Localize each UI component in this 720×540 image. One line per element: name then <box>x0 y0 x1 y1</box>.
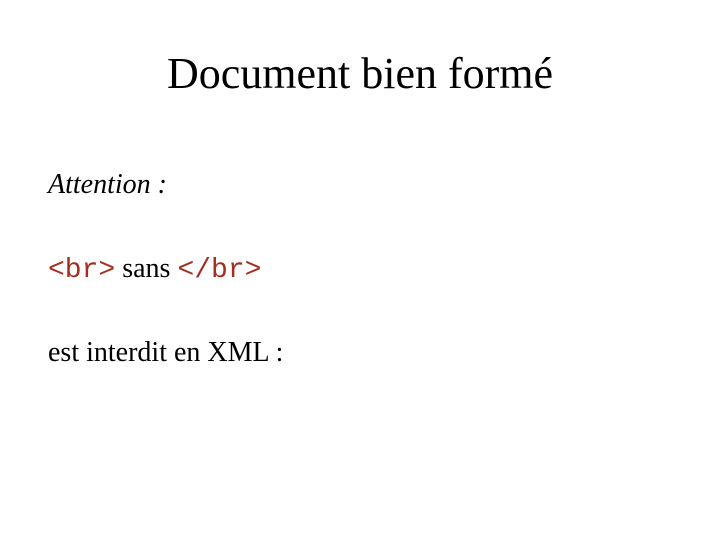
attention-line: Attention : <box>48 168 167 202</box>
code-close-tag: </br> <box>177 255 261 286</box>
slide: Document bien formé Attention : <br> san… <box>0 0 720 540</box>
br-example-line: <br> sans </br> <box>48 252 261 288</box>
sans-text: sans <box>115 253 177 284</box>
xml-forbidden-line: est interdit en XML : <box>48 336 283 370</box>
slide-title: Document bien formé <box>0 48 720 99</box>
code-open-tag: <br> <box>48 255 115 286</box>
